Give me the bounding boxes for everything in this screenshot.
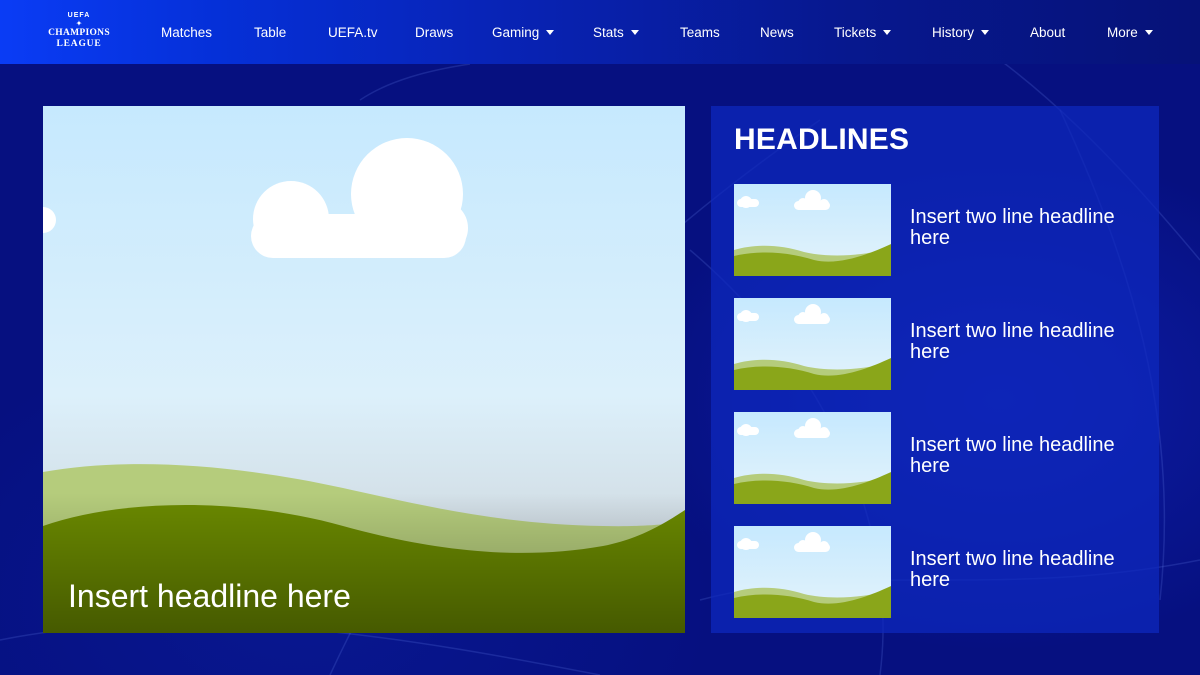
nav-item-history[interactable]: History (932, 22, 990, 42)
nav-item-label: More (1107, 24, 1138, 40)
nav-item-draws[interactable]: Draws (415, 22, 453, 42)
headline-item[interactable]: Insert two line headline here (734, 298, 1134, 390)
caret-down-icon (630, 29, 639, 35)
headline-item[interactable]: Insert two line headline here (734, 412, 1134, 504)
nav-item-matches[interactable]: Matches (161, 22, 212, 42)
nav-item-label: News (760, 24, 794, 40)
headline-text: Insert two line headline here (910, 548, 1115, 591)
nav-item-label: Tickets (834, 24, 877, 40)
headline-thumbnail (734, 412, 891, 504)
hero-headline[interactable]: Insert headline here (68, 576, 668, 616)
nav-item-stats[interactable]: Stats (593, 22, 639, 42)
nav-item-news[interactable]: News (760, 22, 794, 42)
top-navigation-bar: UEFA ✦ CHAMPIONS LEAGUE Matches Table UE… (0, 0, 1200, 64)
nav-item-about[interactable]: About (1030, 22, 1065, 42)
nav-item-label: History (932, 24, 975, 40)
nav-item-label: About (1030, 24, 1066, 40)
headline-thumbnail (734, 526, 891, 618)
nav-item-tickets[interactable]: Tickets (834, 22, 892, 42)
headline-item[interactable]: Insert two line headline here (734, 184, 1134, 276)
nav-item-table[interactable]: Table (254, 22, 286, 42)
headline-thumbnail (734, 298, 891, 390)
headline-item[interactable]: Insert two line headline here (734, 526, 1134, 618)
headline-text: Insert two line headline here (910, 320, 1115, 363)
landscape-thumbnail-icon (734, 190, 891, 276)
headline-text: Insert two line headline here (910, 206, 1115, 249)
champions-league-logo[interactable]: UEFA ✦ CHAMPIONS LEAGUE (42, 12, 116, 52)
starball-icon: ✦ (75, 19, 83, 28)
caret-down-icon (1144, 29, 1153, 35)
nav-item-teams[interactable]: Teams (680, 22, 720, 42)
nav-item-label: Gaming (492, 24, 540, 40)
logo-line1-text: CHAMPIONS (48, 28, 110, 38)
landscape-thumbnail-icon (734, 418, 891, 504)
caret-down-icon (546, 29, 555, 35)
headlines-title: HEADLINES (734, 123, 910, 156)
hero-feature-card[interactable]: Insert headline here (43, 106, 685, 633)
nav-item-label: Table (254, 24, 287, 40)
nav-item-label: Matches (161, 24, 213, 40)
nav-item-label: Teams (680, 24, 720, 40)
nav-item-uefa-tv[interactable]: UEFA.tv (328, 22, 378, 42)
caret-down-icon (883, 29, 892, 35)
landscape-thumbnail-icon (734, 304, 891, 390)
nav-item-label: Draws (415, 24, 454, 40)
nav-item-label: UEFA.tv (328, 24, 378, 40)
headlines-panel: HEADLINES Insert two line headline here (711, 106, 1159, 633)
headline-text: Insert two line headline here (910, 434, 1115, 477)
nav-item-label: Stats (593, 24, 624, 40)
logo-line2-text: LEAGUE (56, 39, 102, 49)
headline-thumbnail (734, 184, 891, 276)
caret-down-icon (981, 29, 990, 35)
nav-item-more[interactable]: More (1107, 22, 1153, 42)
nav-item-gaming[interactable]: Gaming (492, 22, 555, 42)
landscape-thumbnail-icon (734, 532, 891, 618)
